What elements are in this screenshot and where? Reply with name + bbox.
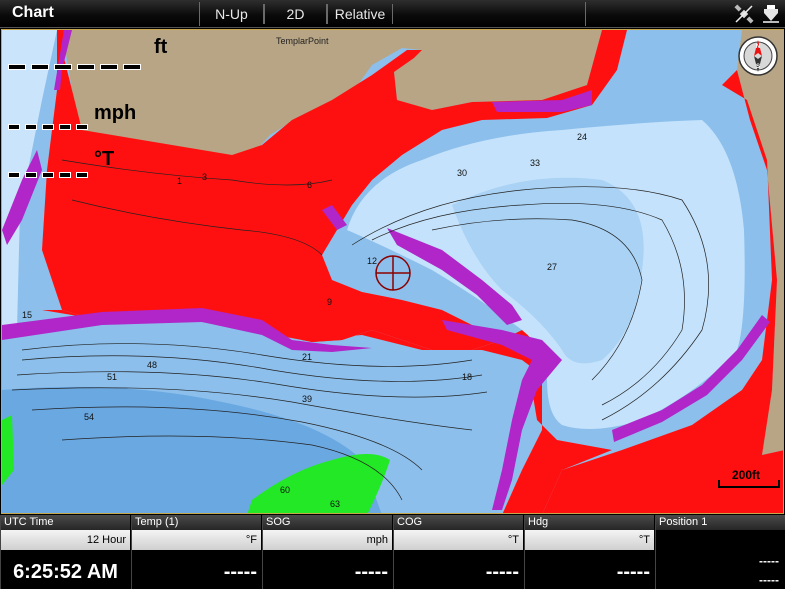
data-cell-utc-time[interactable]: UTC Time 12 Hour 6:25:52 AM	[0, 515, 130, 589]
motion-mode-button[interactable]: Relative	[327, 4, 393, 24]
compass-south-label: S	[756, 64, 760, 70]
depth-label: 33	[530, 158, 540, 168]
cell-unit: 12 Hour	[1, 530, 130, 550]
depth-label: 30	[457, 168, 467, 178]
divider	[585, 2, 586, 26]
cell-title: Temp (1)	[132, 515, 261, 530]
map-scale: 200ft	[718, 468, 780, 490]
cell-unit: °T	[525, 530, 654, 550]
speed-readout-dashes	[8, 124, 88, 130]
chart-map[interactable]: 1 3 6 9 12 15 18 21 24 27 30 33 39 48 51…	[1, 29, 784, 514]
compass-north-label: N	[756, 44, 760, 50]
cell-title: UTC Time	[1, 515, 130, 530]
depth-label: 54	[84, 412, 94, 422]
cell-value: -----	[223, 561, 257, 583]
scale-bar	[718, 480, 780, 488]
depth-label: 48	[147, 360, 157, 370]
cell-unit: °F	[132, 530, 261, 550]
gps-status-icon[interactable]	[733, 3, 755, 25]
data-cell-cog[interactable]: COG °T -----	[393, 515, 523, 589]
cell-unit: °T	[394, 530, 523, 550]
position-latitude: -----	[759, 554, 779, 568]
sonar-status-icon[interactable]	[760, 3, 782, 25]
speed-unit-label: mph	[94, 102, 137, 124]
depth-label: 3	[202, 172, 207, 182]
place-label: TemplarPoint	[276, 36, 329, 46]
cell-title: Position 1	[656, 515, 785, 530]
depth-unit-label: ft	[154, 36, 168, 58]
depth-label: 9	[327, 297, 332, 307]
depth-label: 15	[22, 310, 32, 320]
cell-title: COG	[394, 515, 523, 530]
view-mode-button[interactable]: 2D	[264, 4, 327, 24]
data-cell-heading[interactable]: Hdg °T -----	[524, 515, 654, 589]
cursor-crosshair	[375, 255, 411, 291]
depth-readout-dashes	[8, 64, 141, 70]
cell-title: Hdg	[525, 515, 654, 530]
position-longitude: -----	[759, 573, 779, 587]
depth-label: 6	[307, 180, 312, 190]
cell-value: 6:25:52 AM	[13, 561, 118, 583]
cell-value: -----	[354, 561, 388, 583]
depth-label: 27	[547, 262, 557, 272]
data-bar: UTC Time 12 Hour 6:25:52 AM Temp (1) °F …	[0, 515, 785, 589]
depth-label: 1	[177, 176, 182, 186]
depth-label: 24	[577, 132, 587, 142]
orientation-button[interactable]: N-Up	[199, 4, 264, 24]
depth-label: 21	[302, 352, 312, 362]
depth-label: 60	[280, 485, 290, 495]
heading-unit-label: °T	[94, 148, 115, 170]
depth-label: 12	[367, 256, 377, 266]
compass-rose-icon[interactable]: N S	[737, 35, 779, 77]
cell-value: -----	[616, 561, 650, 583]
depth-label: 51	[107, 372, 117, 382]
depth-label: 63	[330, 499, 340, 509]
depth-label: 18	[462, 372, 472, 382]
depth-label: 39	[302, 394, 312, 404]
heading-readout-dashes	[8, 172, 88, 178]
app-title: Chart	[12, 4, 54, 21]
data-cell-temp[interactable]: Temp (1) °F -----	[131, 515, 261, 589]
cell-title: SOG	[263, 515, 392, 530]
data-cell-position[interactable]: Position 1 ----- -----	[655, 515, 785, 589]
cell-unit: mph	[263, 530, 392, 550]
title-bar: Chart N-Up 2D Relative	[0, 0, 785, 28]
cell-value: -----	[485, 561, 519, 583]
data-cell-sog[interactable]: SOG mph -----	[262, 515, 392, 589]
